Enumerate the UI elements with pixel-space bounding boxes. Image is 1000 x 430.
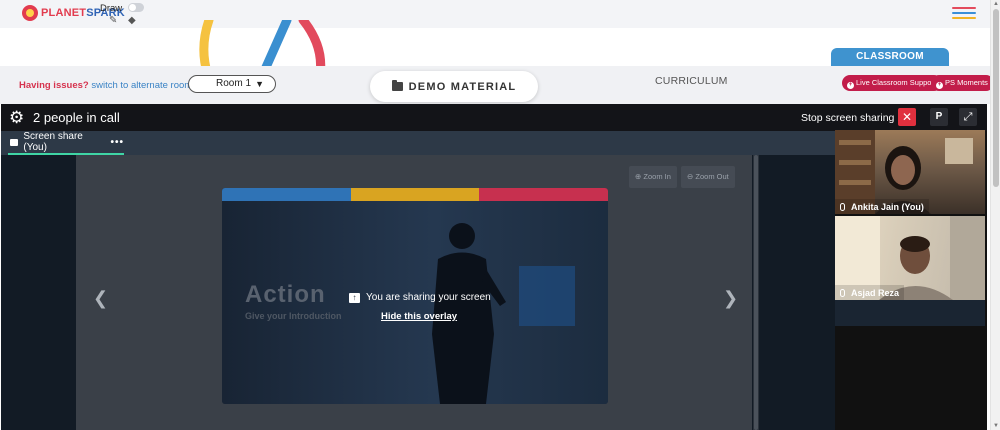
curriculum-tab[interactable]: CURRICULUM (655, 75, 728, 87)
live-classroom-support-button[interactable]: + Live Classroom Support (842, 75, 943, 91)
folder-icon (391, 80, 403, 91)
tab-screen-share[interactable]: Screen share (You) ••• (8, 131, 124, 155)
hamburger-line-2 (952, 12, 976, 14)
zoom-out-icon: ⊖ (687, 172, 694, 181)
tab-screen-share-label: Screen share (You) (23, 131, 83, 153)
slide-bar-yellow (350, 188, 480, 201)
room-select[interactable]: Room 1 ▼ (188, 75, 276, 93)
zoom-out-button[interactable]: ⊖ Zoom Out (681, 166, 735, 188)
participant-column-filler (835, 300, 985, 326)
sharing-message: You are sharing your screen (366, 292, 491, 303)
participant-name-bar: Ankita Jain (You) (835, 199, 929, 214)
zoom-in-label: Zoom In (643, 172, 671, 181)
page-scrollbar-thumb[interactable] (993, 9, 999, 187)
slide-screen-panel (519, 266, 575, 326)
page-scrollbar[interactable]: ▲ ▼ (990, 0, 1000, 430)
share-screen-icon: ↑ (349, 292, 360, 303)
ps-moments-label: PS Moments (945, 78, 988, 87)
scroll-up-icon[interactable]: ▲ (993, 1, 999, 7)
expand-icon: ⤢ (963, 111, 973, 123)
plus-icon: + (936, 82, 943, 89)
more-options-icon[interactable]: ••• (110, 137, 124, 148)
alternate-room-link[interactable]: switch to alternate room (91, 80, 192, 91)
draw-toggle[interactable] (128, 3, 144, 12)
participant-name-bar: Asjad Reza (835, 285, 905, 300)
menu-hamburger-icon[interactable] (952, 7, 976, 19)
stop-sharing-label: Stop screen sharing (801, 112, 895, 124)
previous-slide-arrow-icon[interactable]: ❮ (93, 288, 108, 309)
zoom-out-label: Zoom Out (695, 172, 729, 181)
classroom-tab[interactable]: CLASSROOM (831, 48, 949, 66)
participant-tile[interactable]: Asjad Reza (835, 216, 985, 300)
stop-sharing-button[interactable]: ✕ (898, 108, 916, 126)
participant-name: Asjad Reza (851, 287, 900, 298)
slide-title: Action (245, 281, 326, 308)
slide-bar-blue (222, 188, 351, 201)
monitor-icon (10, 138, 19, 146)
app-root: PLANETSPARK Draw ✎ ◆ CLASSROOM Having is… (0, 0, 1000, 430)
caret-down-icon: ▼ (255, 79, 264, 89)
participant-name: Ankita Jain (You) (851, 201, 924, 212)
hamburger-line-3 (952, 17, 976, 19)
room-select-value: Room 1 (216, 78, 252, 89)
logo-mark-icon (22, 5, 38, 21)
fullscreen-button[interactable]: ⤢ (959, 108, 977, 126)
zoom-in-icon: ⊕ (635, 172, 642, 181)
gear-icon[interactable]: ⚙ (9, 109, 24, 126)
logo-text-planet: PLANET (41, 7, 87, 19)
viewer-scrollbar[interactable] (753, 155, 759, 430)
eraser-icon[interactable]: ◆ (128, 16, 136, 26)
slide-preview: Action Give your Introduction ↑ You are … (222, 188, 608, 404)
close-icon: ✕ (901, 110, 913, 124)
scroll-down-icon[interactable]: ▼ (993, 423, 999, 429)
slide-subtitle: Give your Introduction (245, 311, 342, 321)
hamburger-line-1 (952, 7, 976, 9)
plus-icon: + (847, 82, 854, 89)
zoom-in-button[interactable]: ⊕ Zoom In (629, 166, 677, 188)
call-header: ⚙ 2 people in call Stop screen sharing ✕… (1, 104, 987, 131)
slide-bar-red (479, 188, 608, 201)
pencil-icon[interactable]: ✎ (109, 16, 117, 26)
next-slide-arrow-icon[interactable]: ❯ (723, 288, 738, 309)
ps-moments-button[interactable]: + PS Moments (931, 75, 994, 91)
presenter-silhouette (432, 223, 506, 404)
participant-tile[interactable]: Ankita Jain (You) (835, 130, 985, 214)
issues-label: Having issues? (19, 80, 89, 91)
slide-color-bars (222, 188, 608, 201)
demo-material-label: DEMO MATERIAL (408, 80, 517, 93)
sharing-overlay-message: ↑ You are sharing your screen (349, 292, 491, 303)
people-count: 2 people in call (33, 110, 120, 125)
issues-text: Having issues? switch to alternate room (19, 80, 192, 91)
draw-label: Draw (100, 3, 123, 14)
viewer-scrollbar-thumb[interactable] (754, 155, 758, 430)
demo-material-button[interactable]: DEMO MATERIAL (370, 71, 538, 102)
share-tab-bar: Screen share (You) ••• (1, 131, 835, 155)
microphone-icon[interactable] (840, 288, 845, 297)
live-support-label: Live Classroom Support (856, 78, 937, 87)
p-button[interactable]: P (930, 108, 948, 126)
microphone-icon[interactable] (840, 202, 845, 211)
hide-overlay-link[interactable]: Hide this overlay (381, 311, 457, 322)
top-bar: PLANETSPARK Draw ✎ ◆ (0, 0, 990, 28)
